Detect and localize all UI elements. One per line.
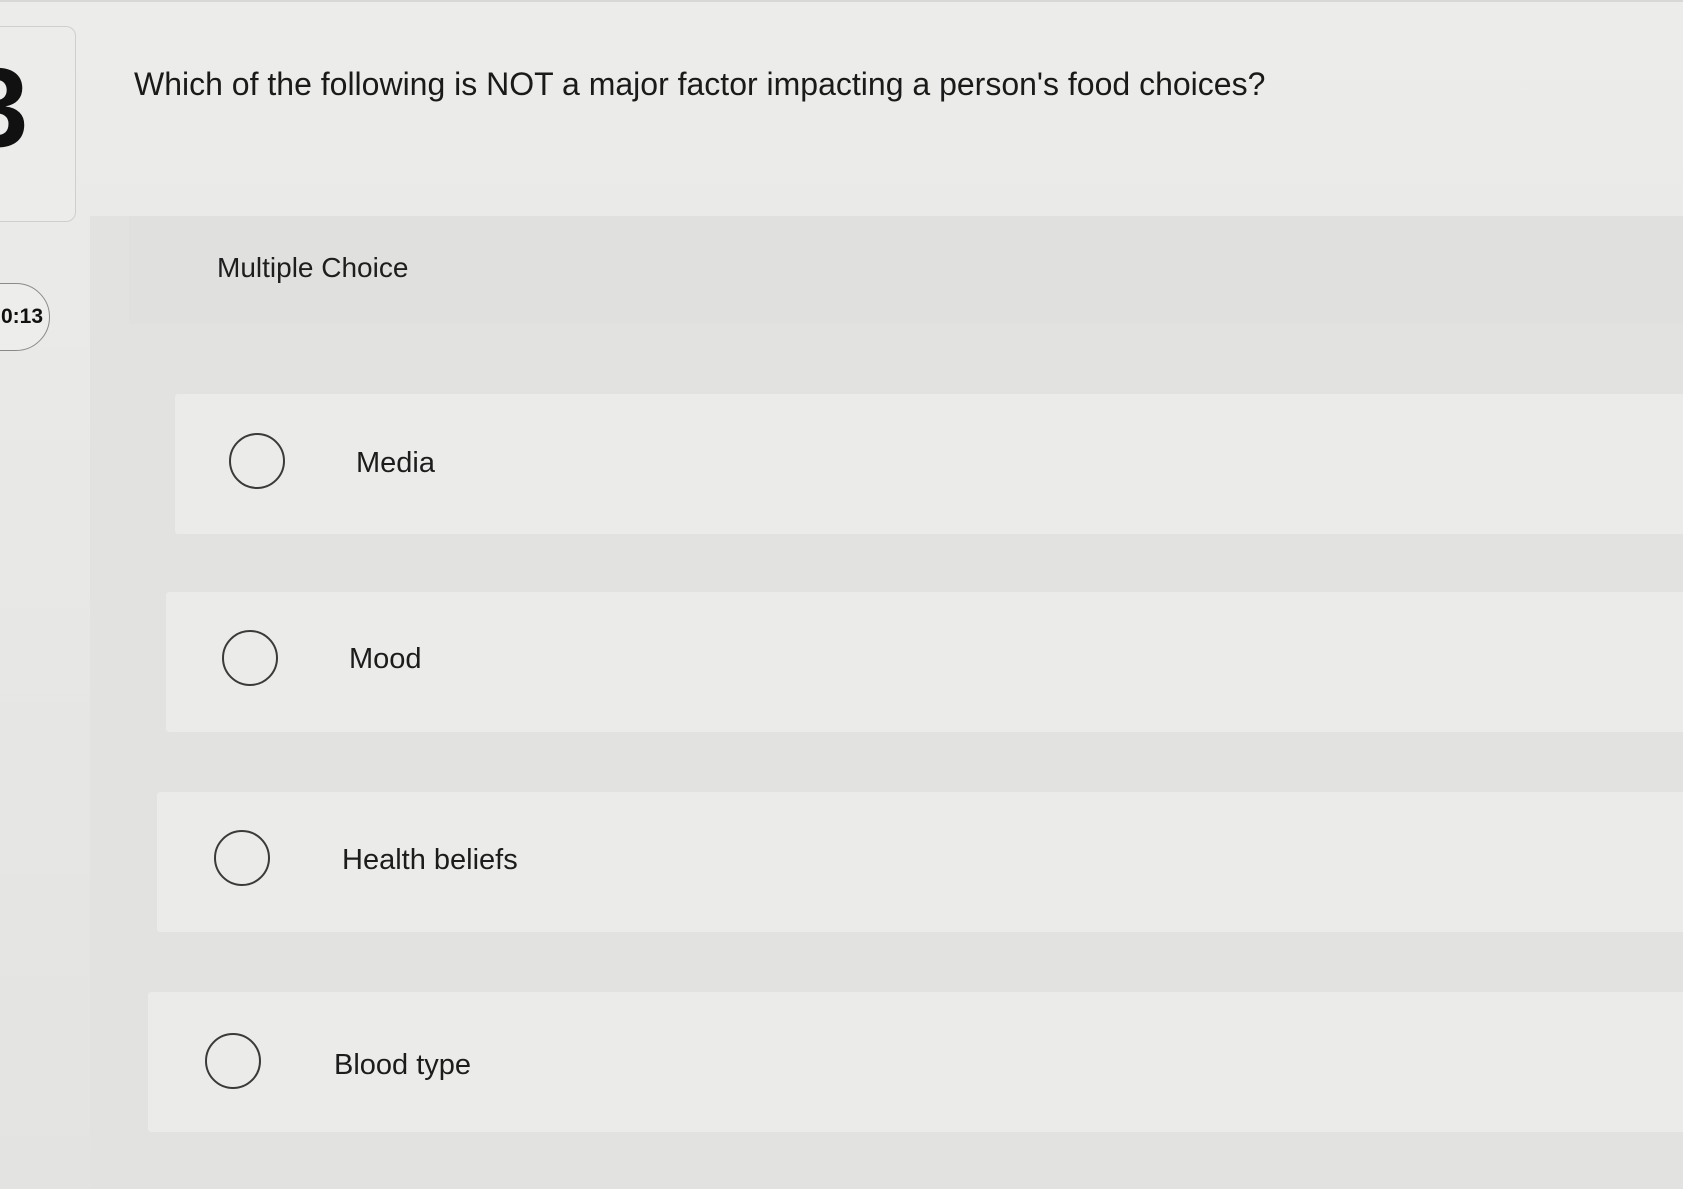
answer-option-label: Health beliefs xyxy=(342,844,518,876)
answer-option-blood-type[interactable]: Blood type xyxy=(148,992,1683,1132)
question-number: 3 xyxy=(0,52,28,164)
radio-button[interactable] xyxy=(222,630,278,686)
top-divider xyxy=(0,0,1683,2)
timer-text: 0:13 xyxy=(0,305,43,328)
answer-option-label: Media xyxy=(356,447,435,479)
timer-badge: 0:13 xyxy=(0,283,50,351)
answer-option-health-beliefs[interactable]: Health beliefs xyxy=(157,792,1683,932)
answer-option-label: Mood xyxy=(349,643,422,675)
answer-option-label: Blood type xyxy=(334,1049,472,1081)
answer-option-media[interactable]: Media xyxy=(175,394,1683,534)
radio-button[interactable] xyxy=(229,433,285,489)
radio-button[interactable] xyxy=(214,830,270,886)
quiz-page: 3 0:13 Which of the following is NOT a m… xyxy=(0,0,1683,1189)
answer-option-mood[interactable]: Mood xyxy=(166,592,1683,732)
question-type-label: Multiple Choice xyxy=(217,252,409,283)
radio-button[interactable] xyxy=(205,1033,261,1089)
question-prompt: Which of the following is NOT a major fa… xyxy=(134,66,1266,102)
